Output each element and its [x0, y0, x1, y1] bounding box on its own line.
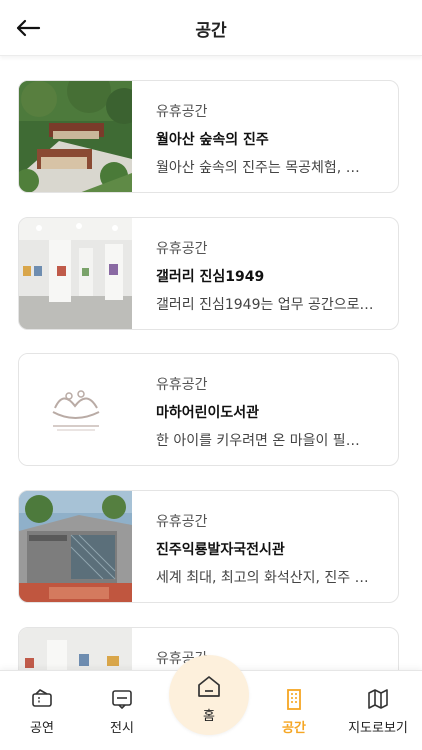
list-item[interactable]: 유휴공간 진주익룡발자국전시관 세계 최대, 최고의 화석산지, 진주 …	[18, 490, 399, 603]
list-item[interactable]: 유휴공간 마하어린이도서관 한 아이를 키우려면 온 마을이 필…	[18, 353, 399, 466]
home-icon	[198, 676, 220, 697]
card-thumbnail	[19, 491, 132, 602]
tab-home[interactable]: 홈	[169, 655, 249, 735]
card-description: 한 아이를 키우려면 온 마을이 필…	[156, 433, 360, 449]
card-thumbnail	[19, 628, 132, 670]
gallery-interior-photo	[19, 218, 132, 329]
tab-label: 공연	[30, 721, 54, 736]
gallery-interior-photo	[19, 628, 132, 670]
museum-building-photo	[19, 491, 132, 602]
card-thumbnail	[19, 218, 132, 329]
tab-label: 지도로보기	[348, 721, 408, 736]
card-category: 유휴공간	[156, 241, 208, 257]
building-icon	[287, 689, 301, 710]
ticket-icon	[32, 689, 52, 707]
page-title: 공간	[195, 21, 227, 41]
card-category: 유휴공간	[156, 104, 208, 120]
frame-icon	[112, 690, 132, 709]
card-title: 갤러리 진심1949	[156, 269, 265, 285]
tab-map-view[interactable]: 지도로보기	[336, 671, 420, 750]
tab-label: 홈	[203, 709, 215, 724]
tab-space[interactable]: 공간	[252, 671, 336, 750]
tab-performance[interactable]: 공연	[0, 671, 84, 750]
card-title: 마하어린이도서관	[156, 405, 260, 421]
card-title: 진주익룡발자국전시관	[156, 542, 285, 558]
list-item[interactable]: 유휴공간 갤러리 진심1949 갤러리 진심1949는 업무 공간으로…	[18, 217, 399, 330]
card-description: 갤러리 진심1949는 업무 공간으로…	[156, 297, 374, 313]
app-header: 공간	[0, 0, 422, 56]
card-description: 세계 최대, 최고의 화석산지, 진주 …	[156, 570, 369, 586]
list-item[interactable]: 유휴공간 월아산 숲속의 진주 월아산 숲속의 진주는 목공체험, …	[18, 80, 399, 193]
forest-lodge-photo	[19, 81, 132, 192]
tab-label: 전시	[110, 721, 134, 736]
card-thumbnail	[19, 81, 132, 192]
library-logo	[19, 354, 132, 465]
card-category: 유휴공간	[156, 514, 208, 530]
card-category: 유휴공간	[156, 377, 208, 393]
card-title: 월아산 숲속의 진주	[156, 132, 269, 148]
tab-label: 공간	[282, 721, 306, 736]
card-thumbnail	[19, 354, 132, 465]
card-description: 월아산 숲속의 진주는 목공체험, …	[156, 160, 360, 176]
map-icon	[368, 689, 388, 709]
tab-exhibition[interactable]: 전시	[80, 671, 164, 750]
space-list[interactable]: 유휴공간 월아산 숲속의 진주 월아산 숲속의 진주는 목공체험, … 유휴공간…	[0, 56, 422, 670]
